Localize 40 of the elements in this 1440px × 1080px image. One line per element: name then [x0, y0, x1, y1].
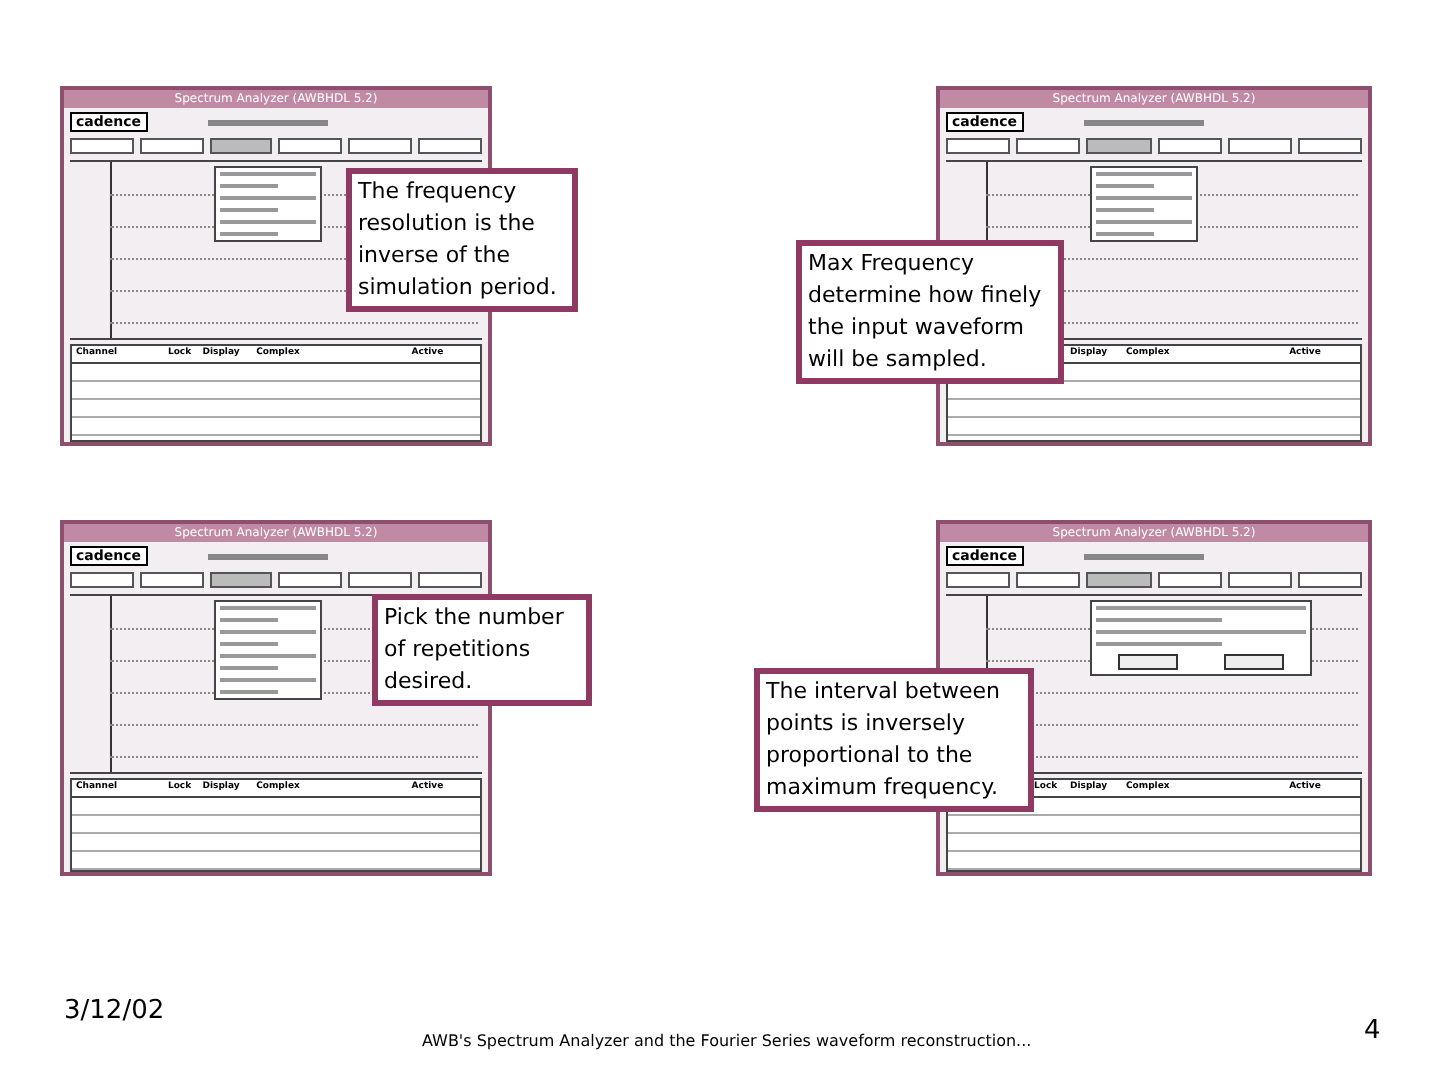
- popup-menu: [214, 600, 322, 700]
- toolbar-button[interactable]: [946, 138, 1011, 154]
- toolbar-button[interactable]: [946, 572, 1011, 588]
- toolbar-button[interactable]: [1086, 572, 1152, 588]
- toolbar-button[interactable]: [1297, 572, 1363, 588]
- toolbar-button[interactable]: [1157, 138, 1222, 154]
- subtitle-bar: [207, 119, 328, 125]
- toolbar-button[interactable]: [418, 572, 482, 588]
- subtitle-bar: [207, 553, 328, 559]
- toolbar-button[interactable]: [139, 572, 204, 588]
- subtitle-bar: [1083, 119, 1204, 125]
- toolbar-button[interactable]: [1227, 572, 1292, 588]
- dialog-button[interactable]: [1223, 654, 1284, 670]
- toolbar-button[interactable]: [1016, 138, 1081, 154]
- toolbar-button[interactable]: [278, 572, 343, 588]
- toolbar-button[interactable]: [418, 138, 482, 154]
- toolbar-button[interactable]: [70, 572, 134, 588]
- toolbar-button[interactable]: [348, 138, 413, 154]
- subtitle-bar: [1083, 553, 1204, 559]
- slide-date: 3/12/02: [64, 996, 165, 1026]
- toolbar-button[interactable]: [209, 138, 273, 154]
- toolbar-button[interactable]: [1297, 138, 1363, 154]
- page-number: 4: [1364, 1016, 1381, 1046]
- toolbar-button[interactable]: [139, 138, 204, 154]
- callout-box: The interval between points is inversely proportional to the maximum frequency.: [754, 668, 1034, 812]
- toolbar-button[interactable]: [209, 572, 273, 588]
- popup-menu: [1090, 166, 1198, 242]
- callout-box: Pick the number of repetitions desired.: [372, 594, 592, 706]
- toolbar-button[interactable]: [1157, 572, 1222, 588]
- toolbar-button[interactable]: [278, 138, 343, 154]
- callout-box: The frequency resolution is the inverse of the simulation period.: [346, 168, 578, 312]
- toolbar-button[interactable]: [1086, 138, 1152, 154]
- dialog-button[interactable]: [1118, 654, 1179, 670]
- callout-box: Max Frequency determine how finely the input waveform will be sampled.: [796, 240, 1064, 384]
- slide-caption: AWB's Spectrum Analyzer and the Fourier Series waveform reconstruction...: [422, 1032, 1032, 1050]
- toolbar-button[interactable]: [70, 138, 134, 154]
- toolbar-button[interactable]: [348, 572, 413, 588]
- popup-menu: [214, 166, 322, 242]
- toolbar-button[interactable]: [1016, 572, 1081, 588]
- toolbar-button[interactable]: [1227, 138, 1292, 154]
